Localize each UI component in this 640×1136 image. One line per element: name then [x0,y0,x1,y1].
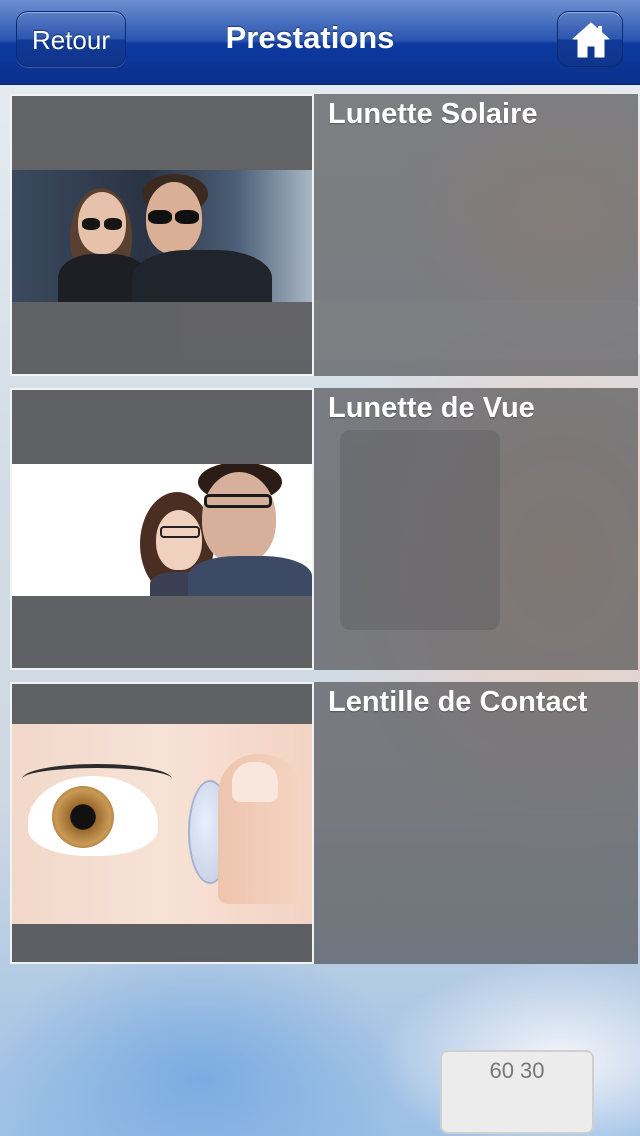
contact-lens-photo [12,724,312,924]
sunglasses-couple-photo [12,170,312,302]
service-title: Lunette de Vue [328,392,535,424]
service-title: Lunette Solaire [328,98,538,130]
service-card-lunette-de-vue[interactable]: Lunette de Vue [10,388,638,670]
home-button[interactable] [557,11,623,67]
home-icon [572,22,610,58]
navigation-bar: Retour Prestations [0,0,640,85]
service-thumbnail [10,682,314,964]
service-thumbnail [10,388,314,670]
service-title-panel: Lunette de Vue [314,388,638,670]
service-card-lunette-solaire[interactable]: Lunette Solaire [10,94,638,376]
service-title: Lentille de Contact [328,686,588,718]
eyeglasses-couple-photo [12,464,312,596]
service-title-panel: Lentille de Contact [314,682,638,964]
service-title-panel: Lunette Solaire [314,94,638,376]
background-dial: 60 30 [440,1050,594,1134]
service-thumbnail [10,94,314,376]
service-card-lentille-de-contact[interactable]: Lentille de Contact [10,682,638,964]
page-title: Prestations [225,20,395,55]
